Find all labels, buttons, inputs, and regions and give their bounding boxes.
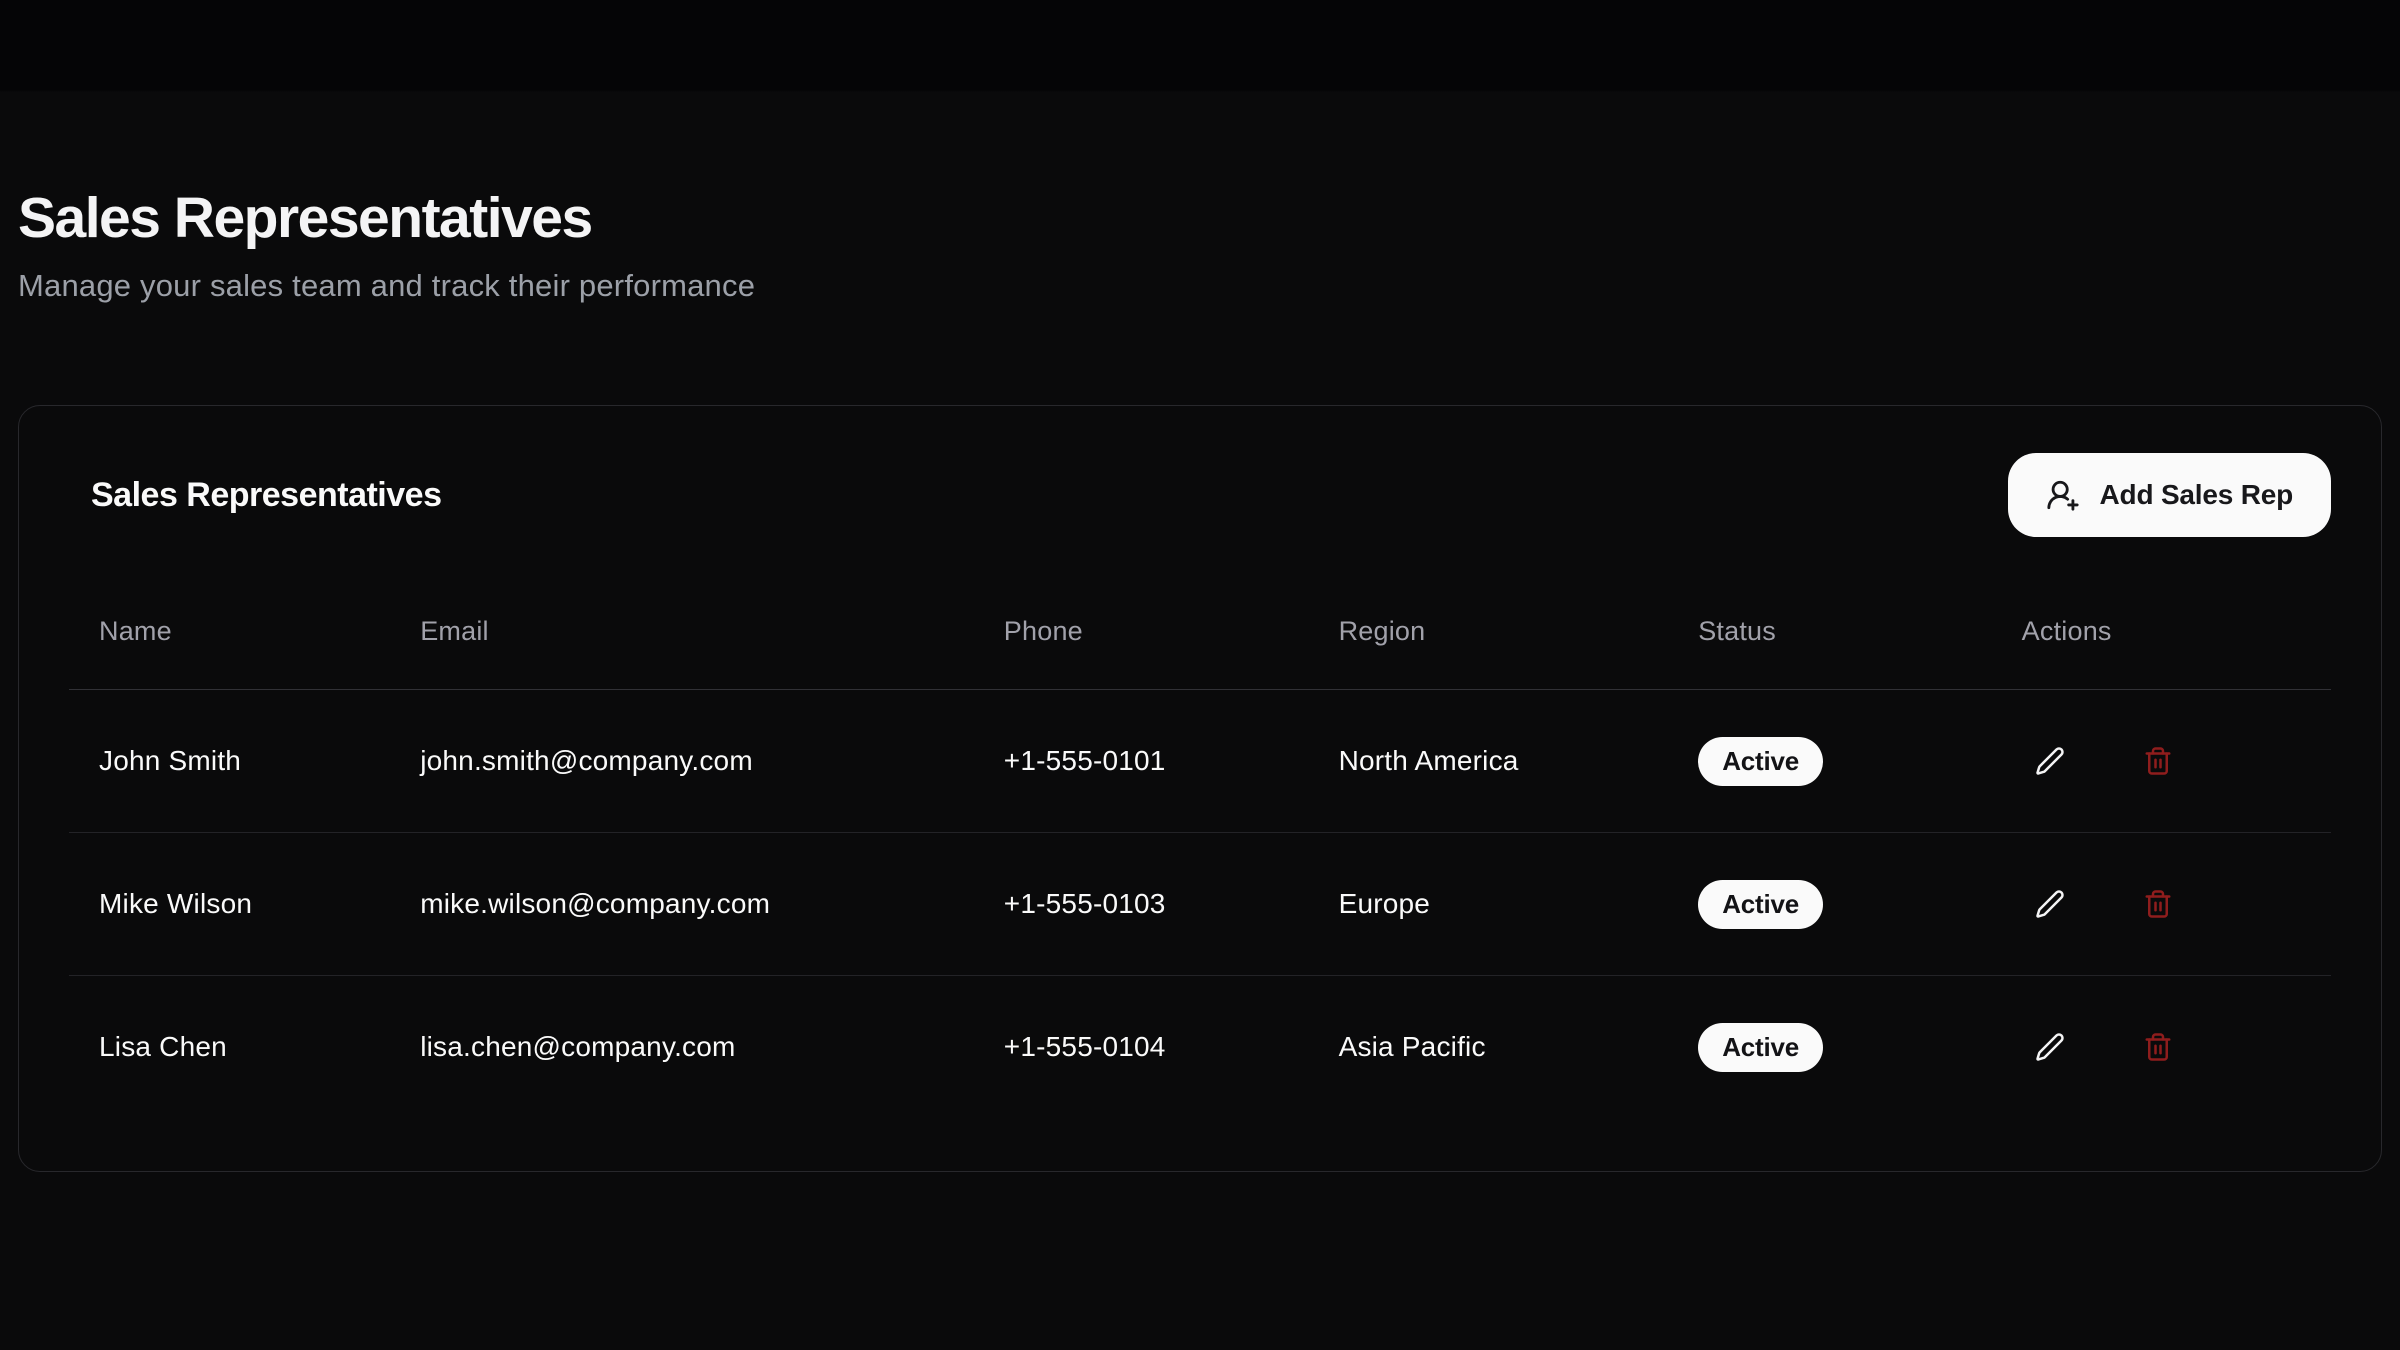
status-badge: Active — [1698, 880, 1823, 929]
delete-button[interactable] — [2130, 876, 2186, 932]
column-header-email: Email — [390, 538, 974, 690]
column-header-phone: Phone — [974, 538, 1309, 690]
table-row: Mike Wilson mike.wilson@company.com +1-5… — [69, 833, 2331, 976]
pencil-icon — [2035, 1032, 2065, 1062]
rep-name: Lisa Chen — [69, 976, 390, 1119]
status-badge: Active — [1698, 737, 1823, 786]
page-subtitle: Manage your sales team and track their p… — [18, 268, 755, 304]
page-title: Sales Representatives — [18, 186, 755, 252]
column-header-region: Region — [1309, 538, 1669, 690]
table-row: John Smith john.smith@company.com +1-555… — [69, 690, 2331, 833]
rep-phone: +1-555-0101 — [974, 690, 1309, 833]
rep-region: Europe — [1309, 833, 1669, 976]
rep-email: lisa.chen@company.com — [390, 976, 974, 1119]
status-badge: Active — [1698, 1023, 1823, 1072]
rep-region: Asia Pacific — [1309, 976, 1669, 1119]
rep-region: North America — [1309, 690, 1669, 833]
trash-icon — [2143, 1032, 2173, 1062]
edit-button[interactable] — [2022, 733, 2078, 789]
rep-name: Mike Wilson — [69, 833, 390, 976]
table-header-row: Name Email Phone Region Status Actions — [69, 538, 2331, 690]
trash-icon — [2143, 746, 2173, 776]
rep-name: John Smith — [69, 690, 390, 833]
table-row: Lisa Chen lisa.chen@company.com +1-555-0… — [69, 976, 2331, 1119]
rep-email: mike.wilson@company.com — [390, 833, 974, 976]
user-plus-icon — [2046, 478, 2080, 512]
delete-button[interactable] — [2130, 1019, 2186, 1075]
column-header-status: Status — [1668, 538, 1991, 690]
column-header-name: Name — [69, 538, 390, 690]
edit-button[interactable] — [2022, 876, 2078, 932]
delete-button[interactable] — [2130, 733, 2186, 789]
page: Sales Representatives Manage your sales … — [0, 0, 2400, 1350]
add-sales-rep-label: Add Sales Rep — [2100, 479, 2293, 511]
sales-reps-table: Name Email Phone Region Status Actions J… — [69, 538, 2331, 1119]
pencil-icon — [2035, 746, 2065, 776]
rep-phone: +1-555-0103 — [974, 833, 1309, 976]
pencil-icon — [2035, 889, 2065, 919]
add-sales-rep-button[interactable]: Add Sales Rep — [2008, 453, 2331, 537]
page-header: Sales Representatives Manage your sales … — [18, 186, 755, 304]
column-header-actions: Actions — [1992, 538, 2331, 690]
trash-icon — [2143, 889, 2173, 919]
card-header: Sales Representatives Add Sales Rep — [69, 406, 2331, 538]
sales-reps-card: Sales Representatives Add Sales Rep — [18, 405, 2382, 1172]
rep-email: john.smith@company.com — [390, 690, 974, 833]
edit-button[interactable] — [2022, 1019, 2078, 1075]
card-title: Sales Representatives — [69, 476, 441, 515]
rep-phone: +1-555-0104 — [974, 976, 1309, 1119]
